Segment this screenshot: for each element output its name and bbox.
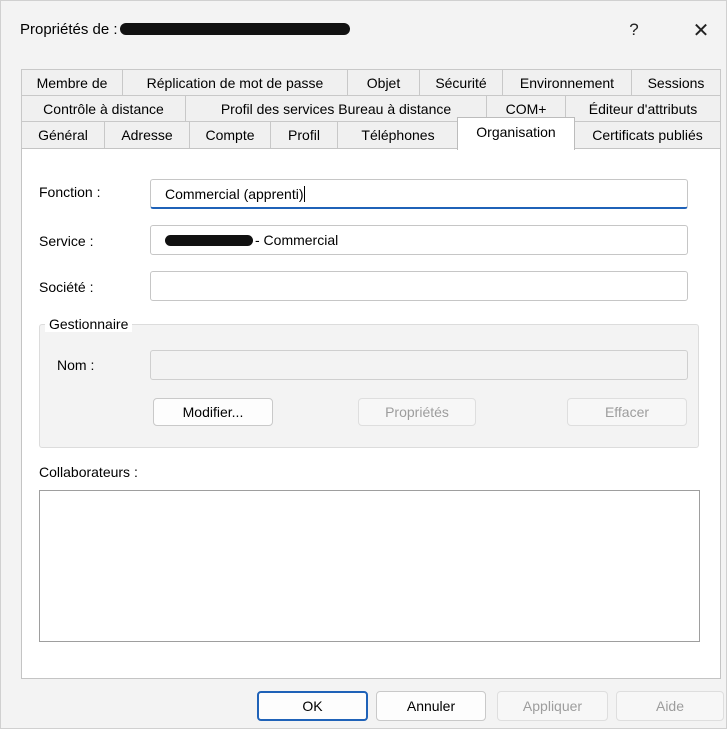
window-title-prefix: Propriétés de : — [20, 21, 118, 38]
service-input[interactable]: - Commercial — [150, 225, 688, 255]
window-title: Propriétés de : — [20, 21, 350, 38]
service-label: Service : — [39, 233, 94, 249]
tab-general[interactable]: Général — [21, 121, 105, 148]
appliquer-button[interactable]: Appliquer — [497, 691, 608, 721]
tab-controle-a-distance[interactable]: Contrôle à distance — [21, 95, 186, 121]
ok-button[interactable]: OK — [257, 691, 368, 721]
gestionnaire-group — [39, 324, 699, 448]
collaborateurs-list[interactable] — [39, 490, 700, 642]
aide-button[interactable]: Aide — [616, 691, 724, 721]
redacted-name — [119, 22, 350, 35]
proprietes-button[interactable]: Propriétés — [358, 398, 476, 426]
effacer-button[interactable]: Effacer — [567, 398, 687, 426]
tab-profil[interactable]: Profil — [270, 121, 338, 148]
tab-compte[interactable]: Compte — [189, 121, 271, 148]
tab-organisation[interactable]: Organisation — [457, 117, 575, 150]
properties-dialog: Propriétés de : ? ✕ Membre de Réplicatio… — [0, 0, 727, 729]
tab-editeur-attributs[interactable]: Éditeur d'attributs — [565, 95, 721, 121]
redacted-service — [165, 234, 253, 246]
fonction-label: Fonction : — [39, 184, 101, 200]
fonction-value: Commercial (apprenti) — [165, 185, 304, 202]
service-value: - Commercial — [255, 232, 339, 248]
annuler-button[interactable]: Annuler — [376, 691, 486, 721]
tab-certificats-publies[interactable]: Certificats publiés — [574, 121, 721, 148]
collaborateurs-label: Collaborateurs : — [39, 464, 138, 480]
tab-membre-de[interactable]: Membre de — [21, 69, 123, 95]
help-button[interactable]: ? — [614, 15, 654, 45]
tab-objet[interactable]: Objet — [347, 69, 420, 95]
tab-replication-mot-de-passe[interactable]: Réplication de mot de passe — [122, 69, 348, 95]
fonction-input[interactable]: Commercial (apprenti) — [150, 179, 688, 209]
text-caret — [304, 185, 306, 202]
nom-field — [150, 350, 688, 380]
close-button[interactable]: ✕ — [681, 15, 721, 45]
title-bar[interactable]: Propriétés de : ? ✕ — [1, 1, 726, 57]
societe-input[interactable] — [150, 271, 688, 301]
tab-profil-services-bureau-distance[interactable]: Profil des services Bureau à distance — [185, 95, 487, 121]
modifier-button[interactable]: Modifier... — [153, 398, 273, 426]
nom-label: Nom : — [57, 357, 95, 373]
gestionnaire-legend: Gestionnaire — [45, 316, 133, 332]
tab-securite[interactable]: Sécurité — [419, 69, 503, 95]
societe-label: Société : — [39, 279, 94, 295]
tab-adresse[interactable]: Adresse — [104, 121, 190, 148]
tab-telephones[interactable]: Téléphones — [337, 121, 459, 148]
tab-environnement[interactable]: Environnement — [502, 69, 632, 95]
tab-sessions[interactable]: Sessions — [631, 69, 721, 95]
